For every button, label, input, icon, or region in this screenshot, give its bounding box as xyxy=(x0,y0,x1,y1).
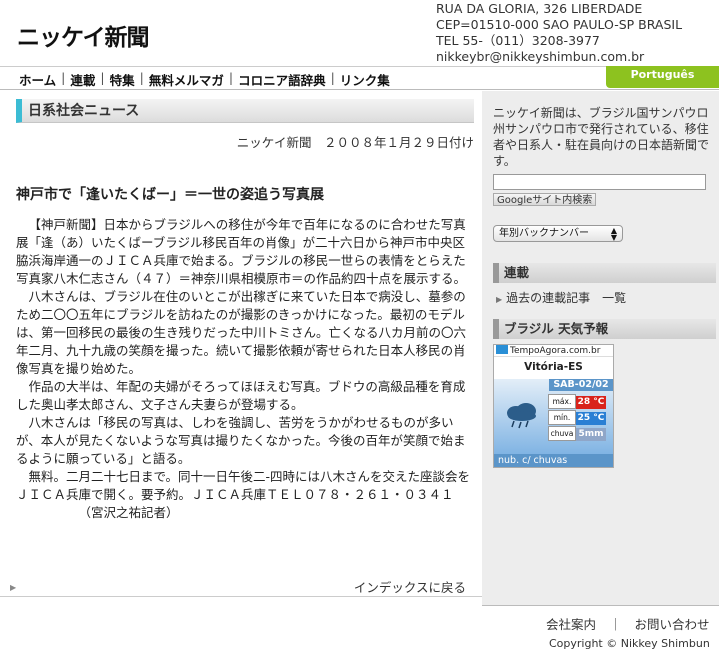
weather-brand: TempoAgora.com.br xyxy=(494,345,613,357)
weather-widget[interactable]: TempoAgora.com.br Vitória-ES SAB-02/02 m… xyxy=(493,344,614,468)
nav-item-newsletter[interactable]: 無料メルマガ xyxy=(144,70,229,89)
weather-date: SAB-02/02 xyxy=(549,379,613,391)
copyright-notice: Copyright © Nikkey Shimbun xyxy=(549,637,710,650)
google-search-button[interactable]: Googleサイト内検索 xyxy=(493,193,597,206)
site-description: ニッケイ新聞は、ブラジル国サンパウロ州サンパウロ市で発行されている、移住者や日系… xyxy=(493,106,710,168)
min-temp: 25 °C xyxy=(576,412,606,425)
back-to-index-link[interactable]: インデックスに戻る xyxy=(354,577,466,596)
article-paragraph: 八木さんは、ブラジル在住のいとこが出稼ぎに来ていた日本で病没し、墓参のため二〇〇… xyxy=(16,289,467,376)
rain-label: chuva xyxy=(548,426,576,441)
site-header: ニッケイ新聞 RUA DA GLORIA, 326 LIBERDADE CEP=… xyxy=(0,0,719,66)
footer-separator: ｜ xyxy=(609,617,622,632)
footer-divider xyxy=(482,605,719,606)
bullet-arrow-icon: ▶ xyxy=(496,295,503,304)
back-numbers-label: 年別バックナンバー xyxy=(499,228,589,239)
footer-divider xyxy=(0,596,490,597)
site-logo[interactable]: ニッケイ新聞 xyxy=(17,18,150,52)
tempoagora-logo-icon xyxy=(496,345,508,354)
footer-links: 会社案内 ｜ お問い合わせ xyxy=(546,614,710,633)
select-updown-icon: ▲ ▼ xyxy=(610,226,617,242)
nav-item-feature[interactable]: 特集 xyxy=(105,70,140,89)
nav-item-dictionary[interactable]: コロニア語辞典 xyxy=(233,70,331,89)
weather-section-head: ブラジル 天気予報 xyxy=(493,319,716,339)
article-paragraph: 無料。二月二十七日まで。同十一日午後二-四時には八木さんを交えた座談会をＪＩＣＡ… xyxy=(16,469,471,502)
section-title: 日系社会ニュース xyxy=(16,99,474,123)
sidebar: ニッケイ新聞は、ブラジル国サンパウロ州サンパウロ市で発行されている、移住者や日系… xyxy=(482,91,719,605)
company-info-link[interactable]: 会社案内 xyxy=(546,617,596,632)
main-nav: ホーム | 連載 | 特集 | 無料メルマガ | コロニア語辞典 | リンク集 … xyxy=(0,66,719,90)
address-line: RUA DA GLORIA, 326 LIBERDADE xyxy=(436,1,643,16)
weather-brand-label: TempoAgora.com.br xyxy=(510,346,601,356)
rain-amount: 5mm xyxy=(576,428,606,441)
min-label: mín. xyxy=(548,410,576,425)
article-paragraph: 作品の大半は、年配の夫婦がそろってほほえむ写真。ブドウの高級品種を育成した奥山孝… xyxy=(16,379,466,412)
serial-archive-link[interactable]: ▶ 過去の連載記事 一覧 xyxy=(496,289,626,306)
nav-item-links[interactable]: リンク集 xyxy=(335,70,395,89)
serial-archive-label: 過去の連載記事 一覧 xyxy=(506,291,627,305)
weather-max-row: máx. 28 °C xyxy=(548,394,610,409)
article-dateline: ニッケイ新聞 ２００８年１月２９日付け xyxy=(236,135,474,150)
address-line: CEP=01510-000 SAO PAULO-SP BRASIL xyxy=(436,17,683,32)
rain-cloud-icon xyxy=(507,403,536,429)
site-search-input[interactable] xyxy=(493,174,706,190)
article-column: 日系社会ニュース ニッケイ新聞 ２００８年１月２９日付け 神戸市で「逢いたくばー… xyxy=(0,99,490,597)
language-tab-portuguese[interactable]: Português xyxy=(606,66,719,88)
back-numbers-select[interactable]: 年別バックナンバー ▲ ▼ xyxy=(493,225,623,242)
weather-rain-row: chuva 5mm xyxy=(548,426,610,441)
contact-address: RUA DA GLORIA, 326 LIBERDADE CEP=01510-0… xyxy=(436,1,682,65)
contact-email[interactable]: nikkeybr@nikkeyshimbun.com.br xyxy=(436,49,682,65)
article-paragraph: 【神戸新聞】日本からブラジルへの移住が今年で百年になるのに合わせた写真展「逢（あ… xyxy=(16,217,467,286)
serial-section-head: 連載 xyxy=(493,263,716,283)
weather-city: Vitória-ES xyxy=(524,361,583,373)
weather-panel: SAB-02/02 máx. 28 °C mín. 25 °C chuva 5mm xyxy=(494,379,613,455)
weather-min-row: mín. 25 °C xyxy=(548,410,610,425)
weather-condition: nub. c/ chuvas xyxy=(494,454,613,467)
article-paragraph: 八木さんは「移民の写真は、しわを強調し、苦労をうかがわせるものが多いが、本人が見… xyxy=(16,415,466,466)
contact-link[interactable]: お問い合わせ xyxy=(635,617,710,632)
article-author: （宮沢之祐記者） xyxy=(78,505,179,520)
address-line: TEL 55-（011）3208-3977 xyxy=(436,33,600,48)
scroll-right-icon[interactable]: ▶ xyxy=(10,583,16,592)
nav-item-serial[interactable]: 連載 xyxy=(65,70,100,89)
article-title: 神戸市で「逢いたくばー」＝一世の姿追う写真展 xyxy=(16,187,324,203)
max-label: máx. xyxy=(548,394,576,409)
nav-item-home[interactable]: ホーム xyxy=(14,70,61,89)
max-temp: 28 °C xyxy=(576,396,606,409)
article-body: 【神戸新聞】日本からブラジルへの移住が今年で百年になるのに合わせた写真展「逢（あ… xyxy=(16,216,474,522)
